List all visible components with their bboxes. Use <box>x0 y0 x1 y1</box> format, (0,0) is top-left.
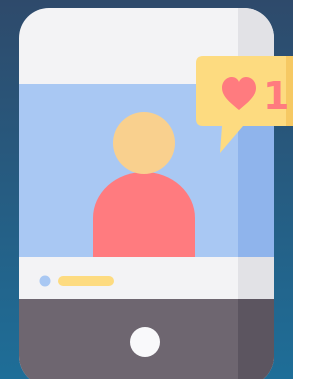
home-button-icon[interactable] <box>130 327 160 357</box>
avatar-head <box>113 112 175 174</box>
like-count: 1 <box>263 74 289 118</box>
caption-placeholder-line <box>58 276 114 286</box>
phone-illustration: 1 <box>0 0 293 379</box>
caption-dot-icon <box>39 275 51 287</box>
phone-bottom-edge <box>238 299 274 379</box>
